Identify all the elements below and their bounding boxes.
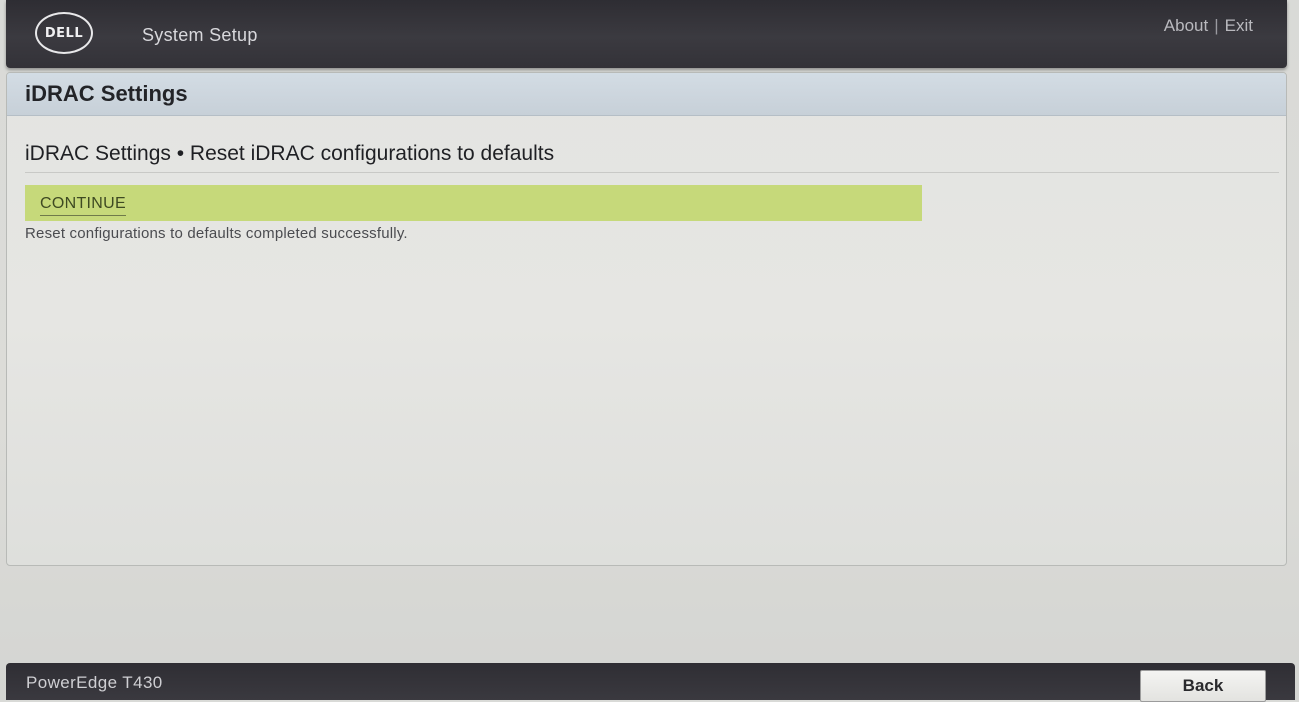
panel-header: iDRAC Settings bbox=[7, 73, 1286, 116]
dell-logo: DELL bbox=[35, 12, 93, 54]
about-link[interactable]: About bbox=[1164, 16, 1208, 35]
continue-link[interactable]: CONTINUE bbox=[40, 195, 126, 216]
status-message: Reset configurations to defaults complet… bbox=[25, 225, 408, 242]
back-button[interactable]: Back bbox=[1140, 670, 1266, 702]
top-header-bar: DELL System Setup About | Exit bbox=[6, 0, 1287, 68]
header-links: About | Exit bbox=[1164, 16, 1253, 36]
bottom-bar: PowerEdge T430 Back bbox=[6, 663, 1295, 702]
panel-title: iDRAC Settings bbox=[25, 81, 188, 106]
page-heading: iDRAC Settings • Reset iDRAC configurati… bbox=[25, 142, 1279, 173]
app-title: System Setup bbox=[142, 25, 258, 45]
dell-logo-text: DELL bbox=[44, 25, 84, 41]
link-separator: | bbox=[1214, 16, 1219, 35]
continue-row[interactable]: CONTINUE bbox=[25, 185, 922, 221]
exit-link[interactable]: Exit bbox=[1225, 16, 1253, 35]
system-model: PowerEdge T430 bbox=[26, 673, 163, 692]
main-panel: iDRAC Settings iDRAC Settings • Reset iD… bbox=[6, 72, 1287, 566]
